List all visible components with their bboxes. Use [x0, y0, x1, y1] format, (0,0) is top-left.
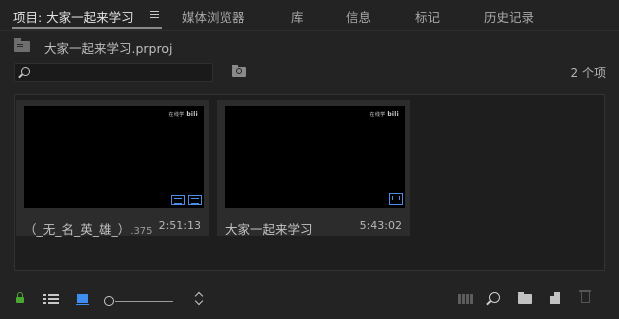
panel-toolbar [0, 286, 619, 316]
zoom-slider-track[interactable] [115, 301, 173, 302]
thumbnail: 在线学 bili [225, 106, 405, 208]
icon-view-icon[interactable] [76, 294, 89, 305]
panel-tab-bar: 项目: 大家一起来学习 媒体浏览器 库 信息 标记 历史记录 [0, 0, 619, 31]
active-tab-underline [12, 27, 162, 29]
item-count: 2 个项 [570, 66, 606, 80]
tab-media-browser[interactable]: 媒体浏览器 [182, 7, 245, 26]
trash-icon[interactable] [579, 290, 591, 303]
bin-search-icon[interactable] [232, 65, 246, 77]
audio-badge-icon [188, 195, 202, 205]
new-bin-icon[interactable] [518, 292, 532, 304]
new-item-icon[interactable] [550, 292, 560, 304]
panel-menu-icon[interactable] [150, 11, 159, 19]
automate-icon[interactable] [458, 294, 474, 304]
media-item-name: 大家一起来学习 [225, 222, 313, 237]
tab-history[interactable]: 历史记录 [484, 7, 534, 26]
media-item-duration: 2:51:13 [158, 219, 201, 232]
tab-library[interactable]: 库 [291, 7, 304, 26]
media-item-name: （_无_名_英_雄_）.375 [24, 222, 153, 237]
tab-info[interactable]: 信息 [346, 7, 371, 26]
folder-up-icon[interactable] [14, 38, 30, 52]
video-badge-icon [171, 195, 185, 205]
thumbnail: 在线学 bili [24, 106, 204, 208]
media-grid: 在线学 bili （_无_名_英_雄_）.375 2:51:13 在线学 bil… [14, 94, 605, 271]
sequence-badge-icon [389, 193, 403, 205]
tab-markers[interactable]: 标记 [415, 7, 440, 26]
media-item[interactable]: 在线学 bili （_无_名_英_雄_）.375 2:51:13 [16, 100, 209, 237]
search-input[interactable] [14, 63, 213, 82]
zoom-slider-knob[interactable] [104, 296, 114, 306]
watermark-logo: 在线学 bili [369, 111, 399, 118]
find-icon[interactable] [489, 292, 500, 303]
project-panel: 大家一起来学习.prproj 2 个项 在线学 bili （_无_名_英_雄_）… [0, 31, 619, 319]
media-item-duration: 5:43:02 [359, 219, 402, 232]
search-icon [21, 67, 30, 76]
lock-icon[interactable] [16, 292, 24, 303]
tab-project[interactable]: 项目: 大家一起来学习 [13, 7, 134, 26]
list-view-icon[interactable] [43, 294, 59, 304]
watermark-logo: 在线学 bili [168, 111, 198, 118]
project-file-name: 大家一起来学习.prproj [44, 41, 173, 56]
media-item[interactable]: 在线学 bili 大家一起来学习 5:43:02 [217, 100, 410, 237]
sort-icon[interactable] [196, 291, 204, 307]
zoom-slider[interactable] [104, 296, 174, 306]
